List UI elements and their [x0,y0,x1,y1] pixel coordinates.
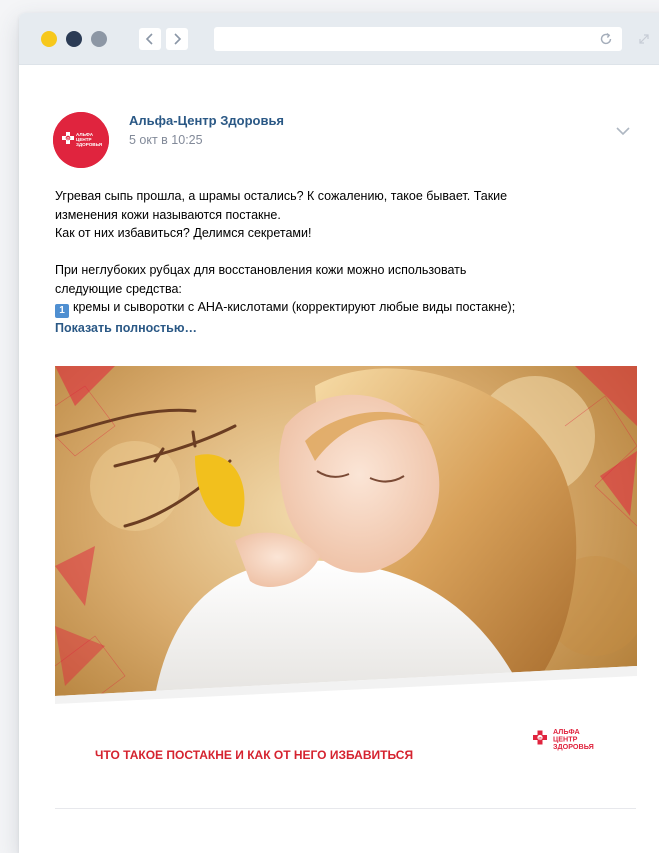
window-dot-dark[interactable] [66,31,82,47]
back-button[interactable] [139,28,161,50]
post-text: Угревая сыпь прошла, а шрамы остались? К… [55,187,645,338]
svg-text:@: @ [538,735,542,740]
svg-text:ЗДОРОВЬЯ: ЗДОРОВЬЯ [553,742,594,751]
post-text-line: следующие средства: [55,281,182,296]
list-item: 1 кремы и сыворотки с AHA-кислотами (корр… [55,298,645,318]
chevron-right-icon [174,33,182,45]
reload-icon[interactable] [598,31,614,47]
keycap-one-icon: 1 [55,304,69,318]
expand-icon[interactable] [636,31,652,47]
post-image[interactable]: ЧТО ТАКОЕ ПОСТАКНЕ И КАК ОТ НЕГО ИЗБАВИТ… [55,366,637,786]
post-date[interactable]: 5 окт в 10:25 [129,133,203,147]
post-text-line: Как от них избавиться? Делимся секретами… [55,226,312,240]
browser-window: @ АЛЬФА ЦЕНТР ЗДОРОВЬЯ Альфа-Центр Здоро… [19,13,659,853]
window-dot-yellow[interactable] [41,31,57,47]
post-text-line: Угревая сыпь прошла, а шрамы остались? К… [55,189,508,203]
show-more-link[interactable]: Показать полностью… [55,319,197,338]
post-author[interactable]: Альфа-Центр Здоровья [129,113,284,128]
post-text-line: При неглубоких рубцах для восстановления… [55,263,467,277]
avatar[interactable]: @ АЛЬФА ЦЕНТР ЗДОРОВЬЯ [53,112,109,168]
chevron-left-icon [145,33,153,45]
address-bar[interactable] [214,27,622,51]
svg-text:@: @ [66,137,70,141]
list-item-text: кремы и сыворотки с AHA-кислотами (корре… [73,300,516,314]
post-text-line: изменения кожи называются постакне. [55,207,281,222]
promo-image: ЧТО ТАКОЕ ПОСТАКНЕ И КАК ОТ НЕГО ИЗБАВИТ… [55,366,637,786]
forward-button[interactable] [166,28,188,50]
image-caption: ЧТО ТАКОЕ ПОСТАКНЕ И КАК ОТ НЕГО ИЗБАВИТ… [95,748,413,762]
svg-text:ЗДОРОВЬЯ: ЗДОРОВЬЯ [76,142,102,147]
window-dot-gray[interactable] [91,31,107,47]
brand-logo: @ АЛЬФА ЦЕНТР ЗДОРОВЬЯ [53,112,109,168]
chevron-down-icon[interactable] [616,126,630,136]
browser-toolbar [19,13,659,65]
post-divider [55,808,636,809]
